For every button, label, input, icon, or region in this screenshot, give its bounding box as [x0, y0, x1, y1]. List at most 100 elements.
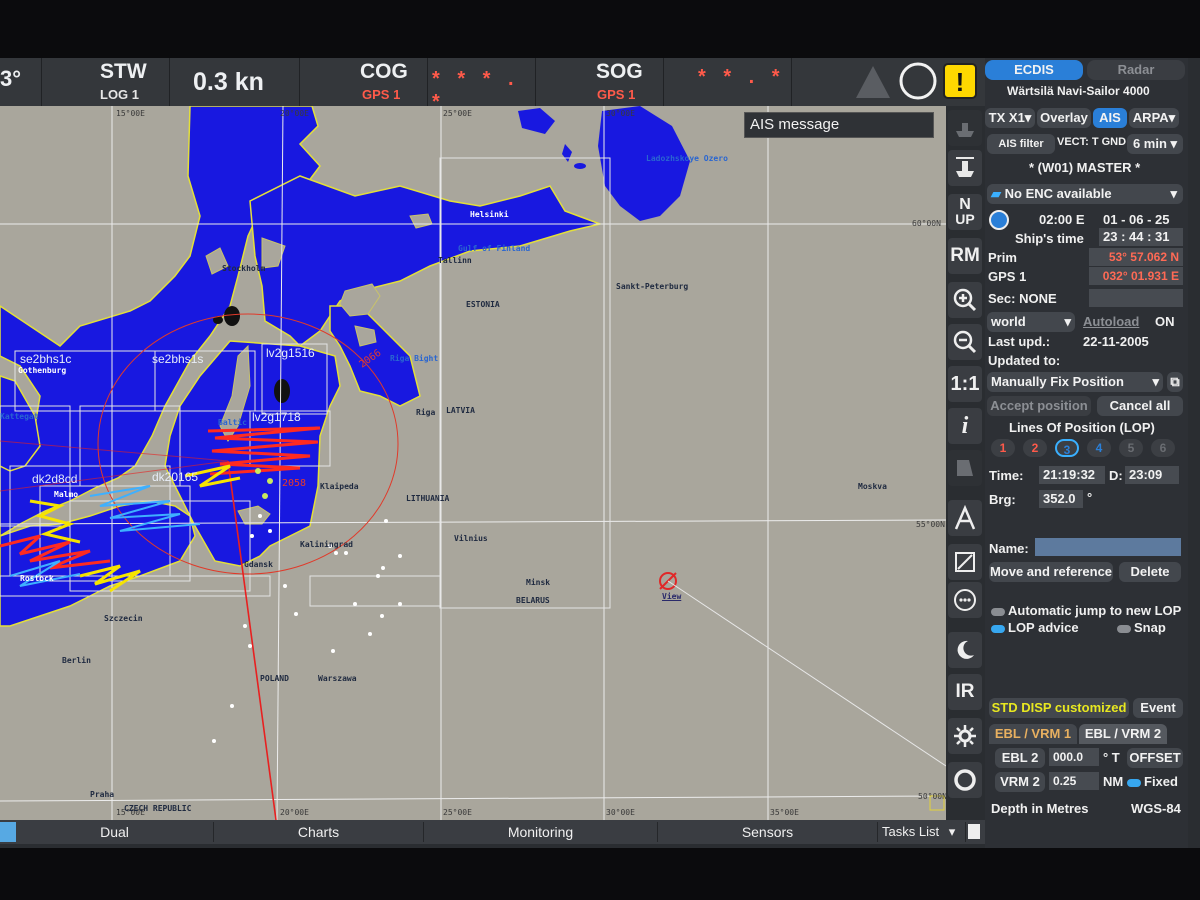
ir-button[interactable]: IR	[948, 674, 982, 710]
mode-radar-button[interactable]: Radar	[1087, 60, 1185, 80]
zoom-in-icon[interactable]	[948, 282, 982, 318]
north-up-button[interactable]: N UP	[948, 194, 982, 230]
cancel-all-button[interactable]: Cancel all	[1097, 396, 1183, 416]
tasks-list-dropdown[interactable]: Tasks List ▾	[878, 822, 966, 842]
tab-monitoring[interactable]: Monitoring	[424, 822, 658, 842]
ship-icon[interactable]	[948, 110, 982, 146]
tab-sensors[interactable]: Sensors	[658, 822, 878, 842]
layer-icon[interactable]	[948, 450, 982, 486]
stw-cell[interactable]: STW LOG 1	[42, 58, 170, 106]
north-up-up: UP	[955, 211, 975, 227]
route-tool-icon[interactable]	[948, 544, 982, 580]
status-circle-icon[interactable]	[896, 58, 940, 106]
move-reference-button[interactable]: Move and reference	[989, 562, 1113, 582]
chart-set-dropdown[interactable]: world ▾	[987, 312, 1075, 332]
vrm2-button[interactable]: VRM 2	[995, 772, 1045, 792]
gps-label: GPS 1	[988, 269, 1027, 284]
tab-charts[interactable]: Charts	[214, 822, 424, 842]
lop-6-button[interactable]: 6	[1151, 439, 1175, 457]
day-night-icon[interactable]	[948, 632, 982, 668]
alarm-triangle-icon[interactable]	[850, 58, 896, 106]
heading-cell: 3°	[0, 58, 42, 106]
tasks-list-label: Tasks List	[882, 824, 940, 839]
name-input[interactable]	[1035, 538, 1181, 556]
tab-ebl-vrm-1[interactable]: EBL / VRM 1	[989, 724, 1077, 744]
clock-icon[interactable]	[989, 210, 1009, 230]
cog-cell[interactable]: COG GPS 1	[300, 58, 428, 106]
lop-1-button[interactable]: 1	[991, 439, 1015, 457]
scale-1to1-button[interactable]: 1:1	[948, 366, 982, 402]
lop-d-field[interactable]: 23:09	[1125, 466, 1179, 484]
accept-position-button[interactable]: Accept position	[987, 396, 1091, 416]
lon-label: 15°00E	[116, 109, 145, 118]
autoload-button[interactable]: Autoload	[1083, 314, 1139, 329]
place-label: Minsk	[526, 578, 551, 587]
expand-icon[interactable]: ⧉	[1167, 372, 1183, 392]
ais-message-box[interactable]: AIS message	[744, 112, 934, 138]
event-button[interactable]: Event	[1133, 698, 1183, 718]
settings-gear-icon[interactable]	[948, 718, 982, 754]
fix-mode-dropdown[interactable]: Manually Fix Position ▾	[987, 372, 1163, 392]
place-label: Szczecin	[104, 614, 143, 623]
delete-button[interactable]: Delete	[1119, 562, 1181, 582]
arpa-button[interactable]: ARPA▾	[1129, 108, 1179, 128]
zoom-out-icon[interactable]	[948, 324, 982, 360]
bearing-field[interactable]: 352.0	[1039, 490, 1083, 508]
fixed-label: Fixed	[1144, 774, 1178, 789]
updated-to-label: Updated to:	[988, 353, 1061, 368]
last-update-label: Last upd.:	[988, 334, 1051, 349]
place-label: Klaipeda	[320, 482, 359, 491]
chart-cell-label[interactable]: se2bhs1c	[20, 352, 71, 366]
chart-cell-label[interactable]: lv2g1718	[252, 410, 301, 424]
lop-2-button[interactable]: 2	[1023, 439, 1047, 457]
chart-display[interactable]: 2066 2058 15°00E 20°00E 25°00E 30°00E 15…	[0, 106, 946, 820]
chart-cell-label[interactable]: se2bhs1s	[152, 352, 203, 366]
place-label: Stockholm	[222, 264, 266, 273]
lop-5-button[interactable]: 5	[1119, 439, 1143, 457]
lop-4-button[interactable]: 4	[1087, 439, 1111, 457]
overlay-button[interactable]: Overlay	[1037, 108, 1091, 128]
enc-status-dropdown[interactable]: ▰ No ENC available ▾	[987, 184, 1183, 204]
control-panel: ECDIS Radar Wärtsilä Navi-Sailor 4000 TX…	[985, 58, 1188, 848]
tab-ebl-vrm-2[interactable]: EBL / VRM 2	[1079, 724, 1167, 744]
snap-toggle[interactable]: Snap	[1117, 620, 1166, 635]
longitude-value: 032° 01.931 E	[1089, 267, 1183, 285]
chart-cell-label[interactable]: dk2d8cd	[32, 472, 77, 486]
toggle-icon	[1127, 778, 1141, 787]
info-icon[interactable]: i	[948, 408, 982, 444]
vector-time-dropdown[interactable]: 6 min ▾	[1127, 134, 1183, 154]
toggle-icon	[991, 624, 1005, 633]
sog-cell[interactable]: SOG GPS 1	[536, 58, 664, 106]
place-label: Ladozhskoye Ozero	[646, 154, 728, 163]
chart-tools-column: N UP RM 1:1 i IR	[946, 106, 984, 820]
annotation-tool-icon[interactable]	[948, 500, 982, 536]
grid-menu-icon[interactable]	[948, 582, 982, 618]
mode-ecdis-button[interactable]: ECDIS	[985, 60, 1083, 80]
ais-filter-button[interactable]: AIS filter	[987, 134, 1055, 154]
tx-button[interactable]: TX X1▾	[985, 108, 1035, 128]
time-zone: 02:00 E	[1039, 212, 1085, 227]
chart-cell-label[interactable]: dk20165	[152, 470, 198, 484]
lon-label: 20°00E	[280, 109, 309, 118]
auto-jump-toggle[interactable]: Automatic jump to new LOP	[991, 603, 1181, 618]
offset-button[interactable]: OFFSET	[1127, 748, 1183, 768]
lop-advice-toggle[interactable]: LOP advice	[991, 620, 1079, 635]
ring-icon[interactable]	[948, 762, 982, 798]
ais-button[interactable]: AIS	[1093, 108, 1127, 128]
vrm2-value[interactable]: 0.25	[1049, 772, 1099, 790]
std-display-button[interactable]: STD DISP customized	[989, 698, 1129, 718]
lon-label: 20°00E	[280, 808, 309, 817]
ebl2-value[interactable]: 000.0	[1049, 748, 1099, 766]
warning-icon[interactable]: !	[940, 58, 982, 106]
lop-time-field[interactable]: 21:19:32	[1039, 466, 1105, 484]
lat-label: 50°00N	[918, 792, 946, 801]
relative-motion-button[interactable]: RM	[948, 238, 982, 274]
tab-dual[interactable]: Dual	[16, 822, 214, 842]
window-toggle-icon[interactable]	[968, 824, 980, 839]
view-link[interactable]: View	[662, 592, 681, 601]
fixed-toggle[interactable]: Fixed	[1127, 774, 1178, 789]
chart-cell-label[interactable]: lv2g1516	[266, 346, 315, 360]
ebl2-button[interactable]: EBL 2	[995, 748, 1045, 768]
lop-3-button[interactable]: 3	[1055, 439, 1079, 457]
ship-center-icon[interactable]	[948, 150, 982, 186]
